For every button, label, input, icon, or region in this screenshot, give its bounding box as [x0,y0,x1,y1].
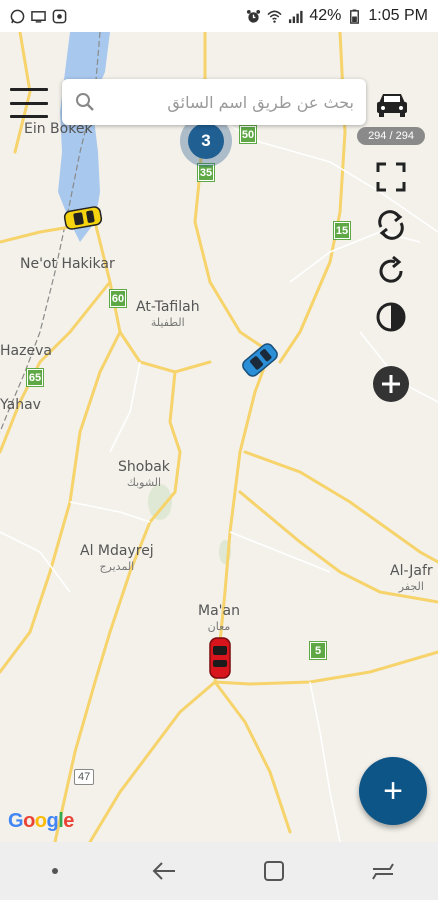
road-shield: 47 [74,769,95,785]
sync-icon [378,210,404,240]
nav-dot-button[interactable] [35,851,75,891]
status-bar: 42% 1:05 PM [0,0,438,32]
car-marker-red[interactable] [206,636,234,680]
place-neot-hakikar: Ne'ot Hakikar [20,256,115,272]
google-letter: e [63,810,74,832]
battery-percent: 42% [309,7,342,24]
refresh-icon [379,255,403,283]
screen-cast-icon [31,10,46,23]
menu-bar [10,101,48,105]
plus-circle-icon [373,366,409,402]
contrast-icon [376,302,406,332]
road-shield: 60 [109,289,127,308]
vehicle-count-badge: 294 / 294 [357,127,425,145]
nav-back-button[interactable] [144,851,184,891]
nav-recents-button[interactable] [363,851,403,891]
car-marker-blue[interactable] [238,340,282,380]
menu-button[interactable] [10,88,48,118]
place-shobak: Shobak الشوبك [118,459,170,490]
google-letter: G [8,810,24,832]
contrast-button[interactable] [372,298,410,336]
battery-icon [350,8,360,24]
cluster-count: 3 [188,123,224,159]
whatsapp-icon [10,9,25,23]
google-letter: g [46,810,59,832]
nav-home-button[interactable] [254,851,294,891]
back-arrow-icon [152,862,176,880]
recents-icon [372,863,395,880]
road-shield: 5 [309,641,327,660]
clock: 1:05 PM [368,7,428,24]
google-logo: Google [8,810,74,833]
home-square-icon [263,861,284,881]
place-yahav: Yahav [0,397,41,413]
search-icon [76,93,94,111]
place-al-mdayrej: Al Mdayrej المديرج [80,543,154,574]
search-input[interactable] [96,92,354,112]
google-letter: o [23,810,35,832]
system-nav-bar [0,842,438,900]
fullscreen-icon [376,162,406,192]
google-letter: o [34,810,47,832]
menu-bar [10,115,48,118]
menu-bar [10,88,48,91]
vehicles-button[interactable] [370,86,414,122]
car-marker-yellow[interactable] [62,204,104,232]
status-right: 42% 1:05 PM [246,7,428,25]
wifi-icon [267,10,282,23]
message-icon [52,9,67,23]
zoom-in-button[interactable] [371,364,411,404]
place-hazeva: Hazeva [0,343,52,359]
status-left [10,9,67,24]
signal-icon [289,10,303,23]
map-view[interactable]: Ein Bokek Ne'ot Hakikar At-Tafilah الطفيل… [0,32,438,842]
add-fab-button[interactable]: + [359,757,427,825]
refresh-button[interactable] [372,252,410,290]
place-at-tafilah: At-Tafilah الطفيلة [136,299,200,330]
fullscreen-button[interactable] [372,158,410,196]
alarm-icon [247,9,261,23]
road-shield: 50 [239,125,257,144]
car-icon [377,94,407,117]
road-shield: 15 [333,221,351,240]
road-shield: 65 [26,368,44,387]
place-al-jafr: Al-Jafr الجفر [390,563,433,594]
search-bar[interactable] [62,79,366,125]
sync-button[interactable] [372,206,410,244]
dot-icon [51,868,58,874]
place-maan: Ma'an معان [198,603,240,634]
